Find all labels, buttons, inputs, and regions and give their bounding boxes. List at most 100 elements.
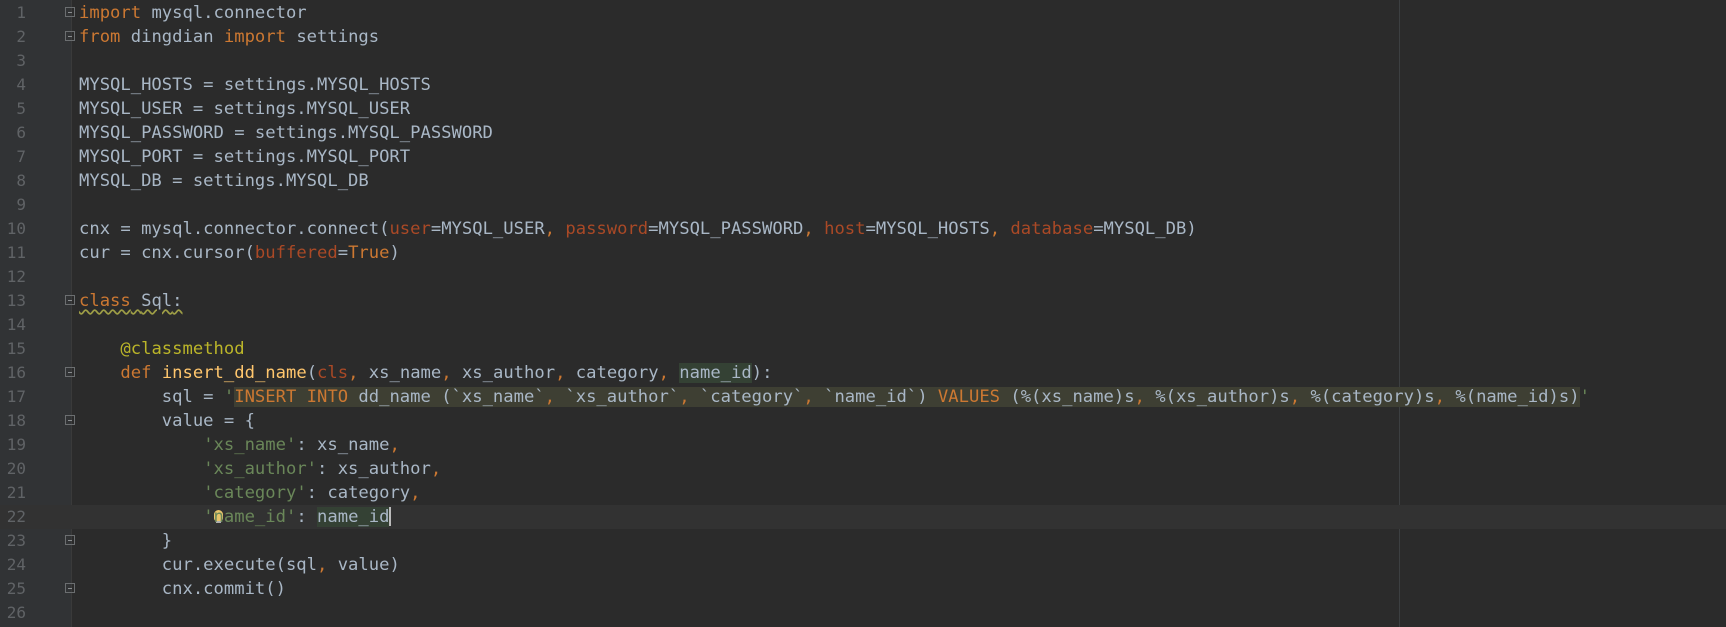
sql-injection-block: INSERT INTO dd_name (`xs_name`, `xs_auth… [234, 387, 1580, 407]
line-number: 23 [6, 531, 26, 550]
line-number: 8 [16, 171, 26, 190]
code-text: sql = 'INSERT INTO dd_name (`xs_name`, `… [79, 385, 1590, 409]
fold-toggle-icon[interactable] [65, 295, 75, 305]
line-number: 18 [6, 411, 26, 430]
code-token: : category [306, 483, 411, 503]
code-line[interactable]: 6 MYSQL_PASSWORD = settings.MYSQL_PASSWO… [0, 121, 1726, 145]
code-text: cnx = mysql.connector.connect(user=MYSQL… [79, 217, 1197, 241]
sql-token: %(name_id)s) [1455, 387, 1580, 407]
code-token: ): [751, 363, 773, 383]
code-line[interactable]: 10 cnx = mysql.connector.connect(user=MY… [0, 217, 1726, 241]
code-token: cur.execute(sql [79, 555, 317, 575]
line-number: 14 [6, 315, 26, 334]
code-text: MYSQL_PASSWORD = settings.MYSQL_PASSWORD [79, 121, 493, 145]
line-number: 6 [16, 123, 26, 142]
string-token: 'xs_name' [203, 435, 297, 455]
string-token: 'category' [203, 483, 307, 503]
code-line[interactable]: 7 MYSQL_PORT = settings.MYSQL_PORT [0, 145, 1726, 169]
code-line[interactable]: 23 } [0, 529, 1726, 553]
string-quote-token: ' [1579, 387, 1590, 407]
line-number: 7 [16, 147, 26, 166]
text-caret [389, 507, 392, 526]
code-line[interactable]: 16 def insert_dd_name(cls, xs_name, xs_a… [0, 361, 1726, 385]
line-number: 11 [6, 243, 26, 262]
code-token: value = { [79, 411, 255, 431]
code-token: MYSQL_USER = settings.MYSQL_USER [79, 99, 411, 119]
sql-token: (%(xs_name)s [1000, 387, 1135, 407]
line-number: 22 [6, 507, 26, 526]
code-token: sql = [79, 387, 224, 407]
code-text: } [79, 529, 172, 553]
code-line[interactable]: 13 class Sql: [0, 289, 1726, 313]
sql-keyword-token: INSERT INTO [234, 387, 349, 407]
code-line-current[interactable]: 22 'name_id': name_id [0, 505, 1726, 529]
code-line[interactable]: 12 [0, 265, 1726, 289]
fold-toggle-icon[interactable] [65, 31, 75, 41]
line-number: 26 [6, 603, 26, 622]
code-token: xs_name [368, 363, 442, 383]
punct-token: , [317, 555, 338, 575]
code-line[interactable]: 18 value = { [0, 409, 1726, 433]
line-number: 16 [6, 363, 26, 382]
sql-token: dd_name (`xs_name` [348, 387, 545, 407]
sql-token: `xs_author` [565, 387, 680, 407]
code-line[interactable]: 9 [0, 193, 1726, 217]
code-token: cnx.commit() [79, 579, 286, 599]
code-token: cnx = mysql.connector.connect( [79, 219, 390, 239]
code-line[interactable]: 5 MYSQL_USER = settings.MYSQL_USER [0, 97, 1726, 121]
code-line[interactable]: 24 cur.execute(sql, value) [0, 553, 1726, 577]
code-text: MYSQL_HOSTS = settings.MYSQL_HOSTS [79, 73, 431, 97]
line-number: 15 [6, 339, 26, 358]
punct-token: , [389, 435, 400, 455]
sql-token: %(xs_author)s [1155, 387, 1290, 407]
line-number: 24 [6, 555, 26, 574]
fold-toggle-icon[interactable] [65, 367, 75, 377]
code-token: : [172, 291, 183, 311]
punct-token: , [803, 219, 825, 239]
code-line[interactable]: 26 [0, 601, 1726, 625]
code-line[interactable]: 14 [0, 313, 1726, 337]
line-number: 9 [16, 195, 26, 214]
keyword-token: True [348, 243, 390, 263]
code-line[interactable]: 8 MYSQL_DB = settings.MYSQL_DB [0, 169, 1726, 193]
code-line[interactable]: 20 'xs_author': xs_author, [0, 457, 1726, 481]
line-number: 17 [6, 387, 26, 406]
line-number: 5 [16, 99, 26, 118]
punct-token: , [441, 363, 462, 383]
punct-token: , [410, 483, 421, 503]
sql-token: `category` [699, 387, 804, 407]
code-line[interactable]: 19 'xs_name': xs_name, [0, 433, 1726, 457]
code-text: cur.execute(sql, value) [79, 553, 400, 577]
code-token: : [296, 507, 318, 527]
code-token: : xs_author [317, 459, 431, 479]
code-text: import mysql.connector [79, 1, 307, 25]
param-token: password [565, 219, 649, 239]
code-token: xs_author [461, 363, 556, 383]
fold-toggle-icon[interactable] [65, 7, 75, 17]
code-line[interactable]: 11 cur = cnx.cursor(buffered=True) [0, 241, 1726, 265]
string-token: 'xs_author' [203, 459, 318, 479]
code-token: category [575, 363, 659, 383]
code-line[interactable]: 15 @classmethod [0, 337, 1726, 361]
punct-token: , [544, 219, 566, 239]
code-line[interactable]: 3 [0, 49, 1726, 73]
code-line[interactable]: 1 import mysql.connector [0, 1, 1726, 25]
fold-toggle-icon[interactable] [65, 535, 75, 545]
line-number: 2 [16, 27, 26, 46]
code-line[interactable]: 25 cnx.commit() [0, 577, 1726, 601]
fold-toggle-icon[interactable] [65, 583, 75, 593]
line-number: 3 [16, 51, 26, 70]
code-editor[interactable]: 1 import mysql.connector 2 from dingdian… [0, 0, 1726, 627]
code-text: 'name_id': name_id [79, 505, 392, 529]
code-text: @classmethod [79, 337, 244, 361]
code-line[interactable]: 21 'category': category, [0, 481, 1726, 505]
code-line[interactable]: 17 sql = 'INSERT INTO dd_name (`xs_name`… [0, 385, 1726, 409]
param-token: host [824, 219, 866, 239]
code-line[interactable]: 4 MYSQL_HOSTS = settings.MYSQL_HOSTS [0, 73, 1726, 97]
code-line[interactable]: 2 from dingdian import settings [0, 25, 1726, 49]
fold-toggle-icon[interactable] [65, 415, 75, 425]
